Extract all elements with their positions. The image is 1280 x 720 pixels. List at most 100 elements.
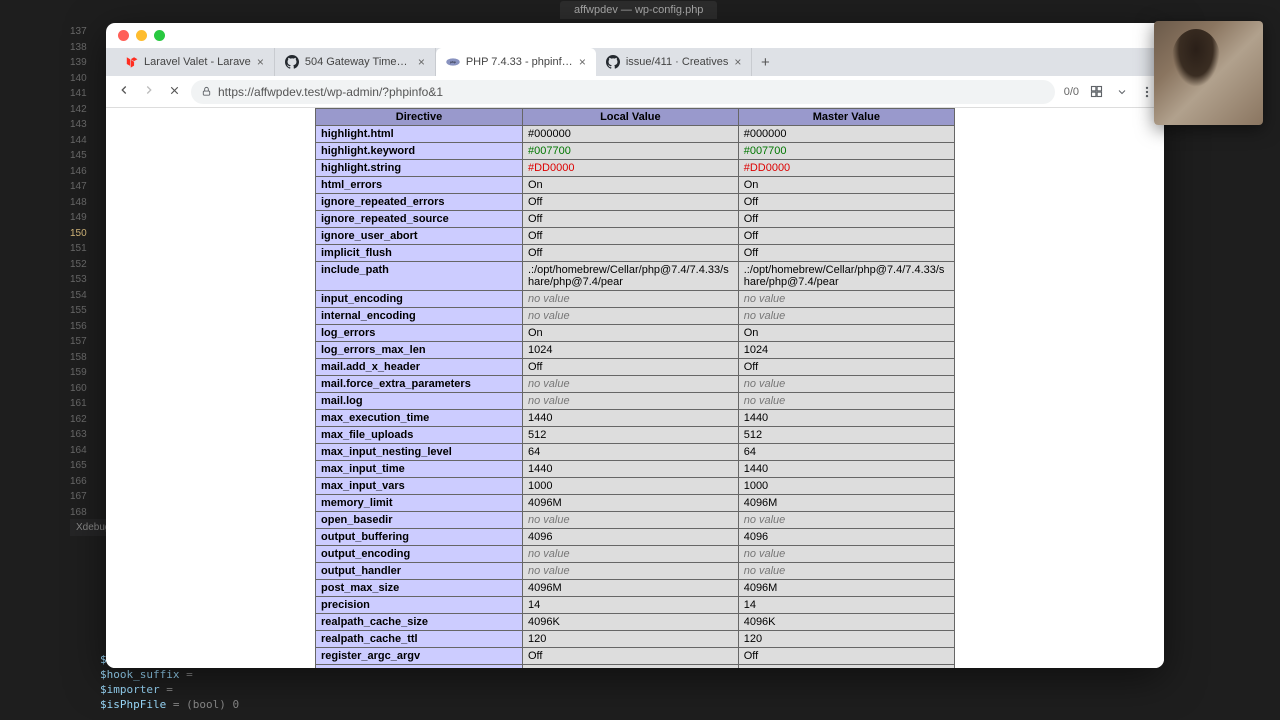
table-row: ignore_user_abortOffOff [316,228,955,245]
browser-tabstrip: Laravel Valet - Larave×504 Gateway Timeo… [106,48,1164,76]
master-value-cell: 4096K [738,614,954,631]
local-value-cell: no value [522,308,738,325]
table-header: Master Value [738,109,954,126]
directive-cell: mail.log [316,393,523,410]
master-value-cell: Off [738,194,954,211]
master-value-cell: 120 [738,631,954,648]
browser-tab[interactable]: Laravel Valet - Larave × [114,48,275,76]
master-value-cell: 1440 [738,410,954,427]
close-tab-icon[interactable]: × [734,55,741,69]
master-value-cell: 4096M [738,580,954,597]
master-value-cell: no value [738,512,954,529]
table-row: output_encodingno valueno value [316,546,955,563]
close-tab-icon[interactable]: × [579,55,586,69]
local-value-cell: no value [522,512,738,529]
extensions-icon[interactable] [1089,84,1104,99]
table-row: implicit_flushOffOff [316,245,955,262]
tab-label: Laravel Valet - Larave [144,56,251,68]
table-row: highlight.keyword#007700#007700 [316,143,955,160]
table-row: realpath_cache_ttl120120 [316,631,955,648]
forward-button[interactable] [141,83,157,100]
table-row: max_input_nesting_level6464 [316,444,955,461]
master-value-cell: .:/opt/homebrew/Cellar/php@7.4/7.4.33/sh… [738,262,954,291]
window-titlebar[interactable] [106,23,1164,48]
master-value-cell: #000000 [738,126,954,143]
minimize-button[interactable] [136,30,147,41]
local-value-cell: 4096K [522,614,738,631]
menu-icon[interactable] [1139,84,1154,99]
address-bar[interactable]: https://affwpdev.test/wp-admin/?phpinfo&… [191,80,1055,104]
directive-cell: max_input_nesting_level [316,444,523,461]
directive-cell: ignore_repeated_errors [316,194,523,211]
local-value-cell: 1440 [522,410,738,427]
table-row: highlight.string#DD0000#DD0000 [316,160,955,177]
table-row: internal_encodingno valueno value [316,308,955,325]
close-button[interactable] [118,30,129,41]
local-value-cell: #007700 [522,143,738,160]
browser-tab[interactable]: phpPHP 7.4.33 - phpinfo()× [436,48,596,76]
master-value-cell: no value [738,563,954,580]
master-value-cell: 1440 [738,461,954,478]
local-value-cell: no value [522,376,738,393]
directive-cell: realpath_cache_size [316,614,523,631]
local-value-cell: no value [522,563,738,580]
browser-tab[interactable]: issue/411 · Creatives × [596,48,753,76]
master-value-cell: 1000 [738,478,954,495]
find-count: 0/0 [1064,86,1079,98]
table-row: mail.logno valueno value [316,393,955,410]
master-value-cell: Off [738,359,954,376]
new-tab-button[interactable]: + [752,48,778,76]
local-value-cell: On [522,325,738,342]
master-value-cell: Off [738,245,954,262]
page-content[interactable]: DirectiveLocal ValueMaster Value highlig… [106,108,1164,668]
directive-cell: mail.add_x_header [316,359,523,376]
local-value-cell: Off [522,211,738,228]
local-value-cell: Off [522,228,738,245]
chevron-down-icon[interactable] [1114,84,1129,99]
directive-cell: ignore_user_abort [316,228,523,245]
master-value-cell: Off [738,648,954,665]
lock-icon [201,86,212,97]
master-value-cell: 4096M [738,495,954,512]
tab-label: issue/411 · Creatives [626,56,729,68]
table-row: mail.add_x_headerOffOff [316,359,955,376]
local-value-cell: #000000 [522,126,738,143]
local-value-cell: 1000 [522,478,738,495]
editor-tab-title: affwpdev — wp-config.php [560,1,717,19]
local-value-cell: 1024 [522,342,738,359]
back-button[interactable] [116,83,132,100]
stop-reload-button[interactable] [166,84,182,100]
url-text: https://affwpdev.test/wp-admin/?phpinfo&… [218,85,443,99]
local-value-cell: .:/opt/homebrew/Cellar/php@7.4/7.4.33/sh… [522,262,738,291]
directive-cell: report_memleaks [316,665,523,669]
local-value-cell: 512 [522,427,738,444]
local-value-cell: no value [522,546,738,563]
directive-cell: highlight.keyword [316,143,523,160]
maximize-button[interactable] [154,30,165,41]
master-value-cell: On [738,325,954,342]
directive-cell: memory_limit [316,495,523,512]
directive-cell: html_errors [316,177,523,194]
directive-cell: max_input_vars [316,478,523,495]
table-row: input_encodingno valueno value [316,291,955,308]
close-tab-icon[interactable]: × [257,55,264,69]
table-row: output_handlerno valueno value [316,563,955,580]
master-value-cell: On [738,177,954,194]
local-value-cell: On [522,665,738,669]
directive-cell: highlight.html [316,126,523,143]
directive-cell: include_path [316,262,523,291]
table-row: max_file_uploads512512 [316,427,955,444]
master-value-cell: Off [738,228,954,245]
directive-cell: precision [316,597,523,614]
phpinfo-table: DirectiveLocal ValueMaster Value highlig… [315,108,955,668]
master-value-cell: Off [738,211,954,228]
local-value-cell: On [522,177,738,194]
browser-window: Laravel Valet - Larave×504 Gateway Timeo… [106,23,1164,668]
directive-cell: output_encoding [316,546,523,563]
master-value-cell: 512 [738,427,954,444]
browser-tab[interactable]: 504 Gateway Timeout× [275,48,436,76]
table-row: post_max_size4096M4096M [316,580,955,597]
close-tab-icon[interactable]: × [418,55,425,69]
local-value-cell: Off [522,245,738,262]
table-row: max_execution_time14401440 [316,410,955,427]
